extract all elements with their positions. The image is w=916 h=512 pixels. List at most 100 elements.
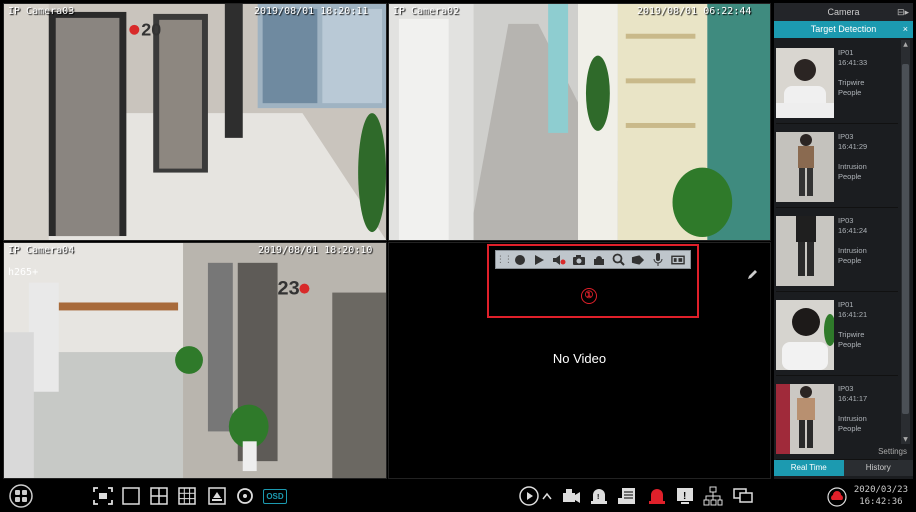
manual-alarm-button[interactable]: ! <box>588 485 610 507</box>
mute-icon[interactable] <box>552 253 566 267</box>
manual-record-button[interactable] <box>560 485 582 507</box>
event-thumbnail <box>776 384 834 454</box>
stream-switch-icon[interactable] <box>671 253 685 267</box>
event-thumbnail <box>776 216 834 286</box>
event-item[interactable]: IP01 16:41:21 Tripwire People <box>776 296 898 376</box>
settings-link[interactable]: Settings <box>878 447 907 456</box>
layout-custom-button[interactable] <box>206 485 228 507</box>
event-type: Tripwire <box>838 78 865 87</box>
event-camera: IP01 <box>838 48 854 57</box>
scroll-down-icon[interactable]: ▼ <box>901 435 910 444</box>
drag-grip-icon[interactable]: ⋮⋮ <box>496 253 513 267</box>
target-detection-panel: Camera ⊟▸ Target Detection × IP01 16:41:… <box>774 3 913 479</box>
tab-history[interactable]: History <box>843 460 913 476</box>
event-list: IP01 16:41:33 Tripwire People IP03 16:41… <box>774 40 900 460</box>
layout-custom-icon <box>208 487 226 505</box>
codec-label: h265+ <box>8 267 39 278</box>
talk-microphone-icon[interactable] <box>651 253 665 267</box>
refresh-sequence-icon <box>237 488 253 504</box>
event-time: 16:41:17 <box>838 394 868 403</box>
scrollbar-thumb[interactable] <box>902 64 909 414</box>
start-menu-button[interactable] <box>8 483 34 509</box>
system-date: 2020/03/23 <box>853 485 908 495</box>
event-camera: IP01 <box>838 300 854 309</box>
layout-4-button[interactable] <box>148 485 170 507</box>
expand-toolbar-button[interactable] <box>540 485 554 507</box>
record-camera-icon <box>563 489 580 503</box>
event-type: Intrusion <box>838 414 867 423</box>
camera-tile-1[interactable]: 20 IP Camera03 2019/08/01 18:20:11 <box>3 3 387 241</box>
osd-label: OSD <box>263 488 287 504</box>
panel-collapse-icon[interactable]: ⊟▸ <box>897 3 909 21</box>
layout-9-button[interactable] <box>176 485 198 507</box>
disk-info-button[interactable]: ! <box>674 485 696 507</box>
network-status-button[interactable] <box>702 485 724 507</box>
chevron-up-icon <box>542 492 552 500</box>
osd-button[interactable]: OSD <box>262 485 288 507</box>
event-item[interactable]: IP03 16:41:29 Intrusion People <box>776 128 898 208</box>
system-time: 16:42:36 <box>859 497 903 507</box>
scroll-up-icon[interactable]: ▲ <box>901 40 910 49</box>
snapshot-icon[interactable] <box>572 253 586 267</box>
event-time: 16:41:33 <box>838 58 868 67</box>
event-thumbnail <box>776 300 834 370</box>
sequence-button[interactable] <box>234 485 256 507</box>
event-type: Intrusion <box>838 162 867 171</box>
system-clock: 2020/03/23 16:42:36 <box>854 484 908 508</box>
camera-name-label: IP Camera04 <box>8 245 75 256</box>
alarm-status-button[interactable] <box>646 485 668 507</box>
panel-header: Camera ⊟▸ <box>774 3 913 21</box>
event-list-scrollbar[interactable]: ▲ ▼ <box>901 40 910 444</box>
svg-text:23: 23 <box>278 278 300 300</box>
event-camera: IP03 <box>838 216 854 225</box>
bottom-toolbar: OSD ! ! 2020/03/23 16:42:36 <box>0 481 916 512</box>
display-output-button[interactable] <box>732 485 754 507</box>
cloud-alert-icon <box>827 487 847 507</box>
camera-tile-3[interactable]: 23 IP Camera04 2019/08/01 18:20:10 h265+ <box>3 242 387 479</box>
event-target: People <box>838 88 862 97</box>
camera-tile-4[interactable]: ⋮⋮ ① No Video <box>388 242 771 479</box>
camera-timestamp: 2019/08/01 18:20:11 <box>254 6 369 17</box>
camera-feed-lobby: 23 <box>4 243 386 478</box>
camera-name-label: IP Camera02 <box>393 6 460 17</box>
camera-feed-elevator-lobby: 20 <box>4 4 386 240</box>
event-time: 16:41:29 <box>838 142 868 151</box>
play-icon[interactable] <box>532 253 546 267</box>
camera-tile-2[interactable]: IP Camera02 2019/08/01 06:22:44 <box>388 3 771 241</box>
camera-timestamp: 2019/08/01 18:20:10 <box>258 245 373 256</box>
playback-button[interactable] <box>518 485 540 507</box>
alarm-icon: ! <box>591 489 607 504</box>
camera-timestamp: 2019/08/01 06:22:44 <box>637 6 752 17</box>
monitor-icon <box>733 488 753 503</box>
zoom-icon[interactable] <box>612 253 626 267</box>
event-thumbnail <box>776 48 834 118</box>
layout-single-icon <box>122 487 140 505</box>
record-icon[interactable] <box>513 253 527 267</box>
tab-real-time[interactable]: Real Time <box>774 460 844 476</box>
ptz-icon[interactable] <box>592 253 606 267</box>
event-item[interactable]: IP01 16:41:33 Tripwire People <box>776 44 898 124</box>
svg-text:!: ! <box>597 494 599 501</box>
svg-text:!: ! <box>683 491 686 502</box>
event-item[interactable]: IP03 16:41:24 Intrusion People <box>776 212 898 292</box>
target-detection-tab[interactable]: Target Detection × <box>774 21 913 38</box>
alarm-light-icon <box>649 489 665 504</box>
event-type: Intrusion <box>838 246 867 255</box>
fullscreen-button[interactable] <box>92 485 114 507</box>
network-icon <box>703 486 723 506</box>
event-log-button[interactable] <box>616 485 638 507</box>
event-camera: IP03 <box>838 384 854 393</box>
info-icon: ! <box>677 488 693 504</box>
camera-feed-corridor <box>389 4 770 240</box>
cloud-status-button[interactable] <box>826 486 848 508</box>
close-icon[interactable]: × <box>903 21 908 38</box>
layout-nine-icon <box>178 487 196 505</box>
log-list-icon <box>618 488 635 504</box>
event-target: People <box>838 340 862 349</box>
panel-tabs: Real Time History <box>774 460 913 476</box>
callout-marker: ① <box>581 288 597 304</box>
layout-1-button[interactable] <box>120 485 142 507</box>
edit-pencil-icon[interactable] <box>746 269 758 281</box>
3d-zoom-icon[interactable] <box>631 253 645 267</box>
event-type: Tripwire <box>838 330 865 339</box>
